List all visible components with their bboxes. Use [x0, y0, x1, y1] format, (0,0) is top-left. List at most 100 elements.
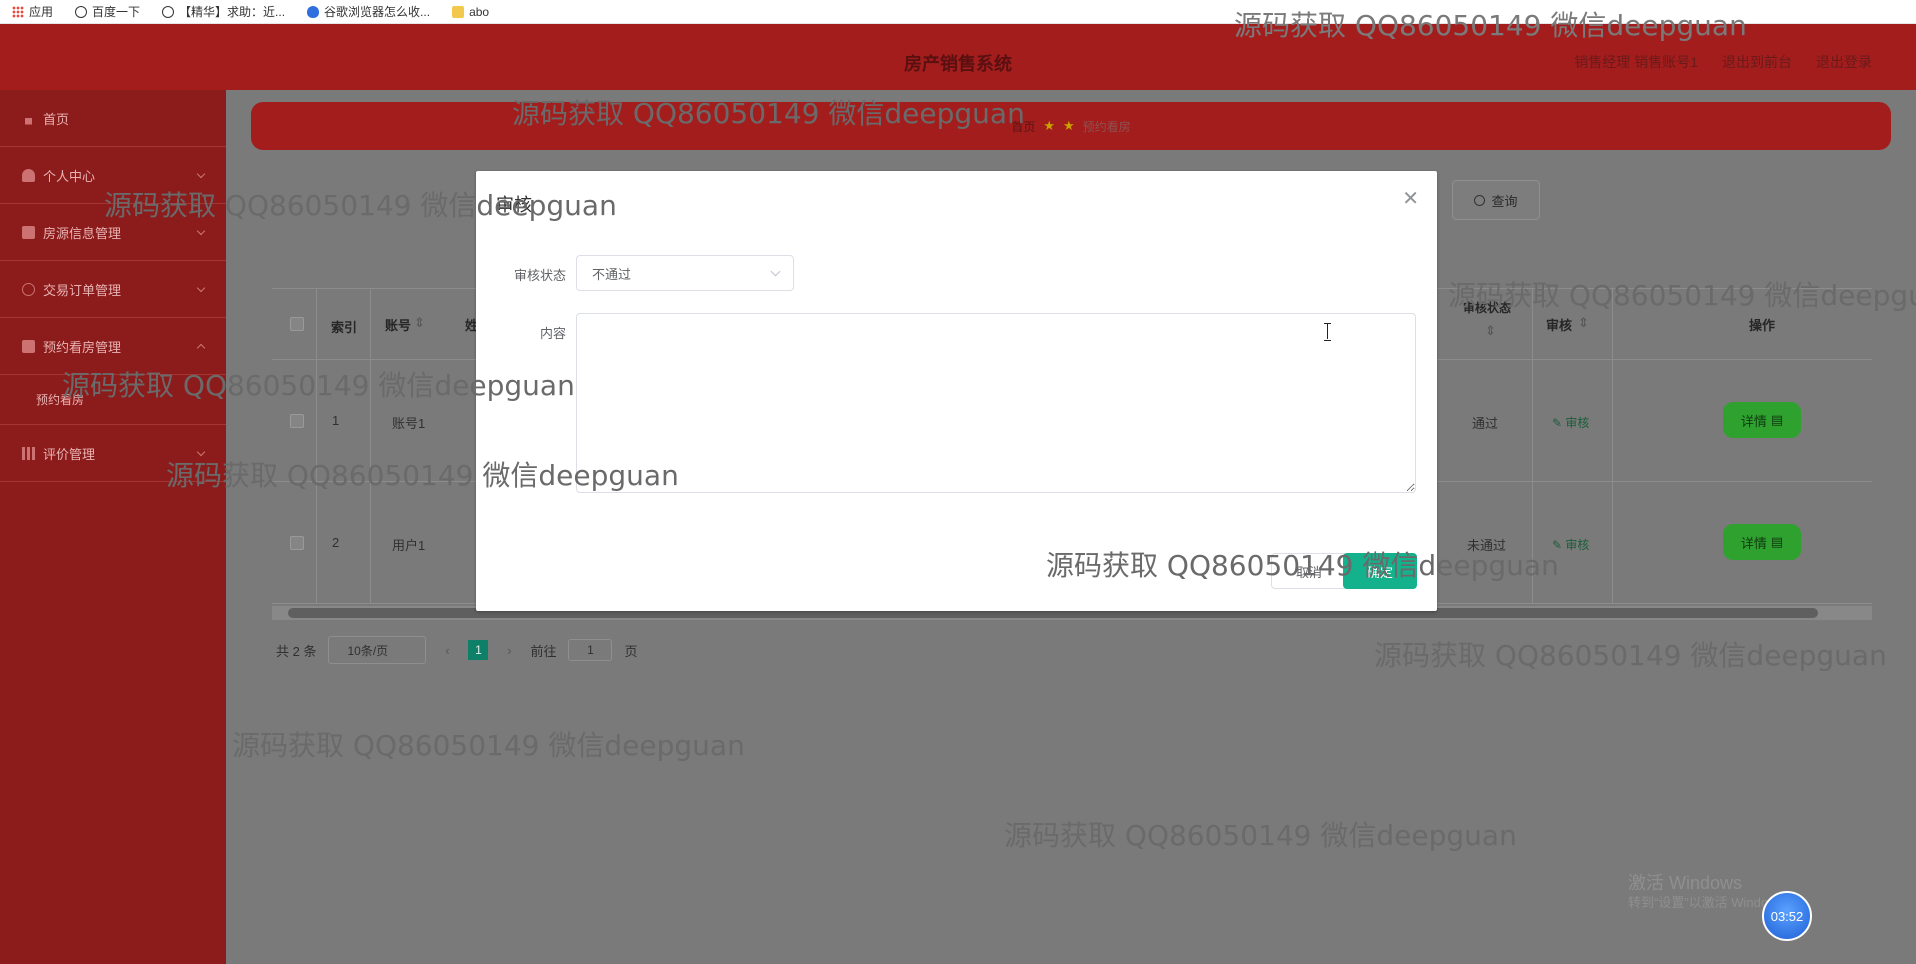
status-select[interactable]: 不通过 [576, 255, 794, 291]
column-divider [316, 289, 317, 361]
sidebar-item-home[interactable]: 首页 [0, 90, 226, 147]
sidebar-item-orders[interactable]: 交易订单管理 [0, 261, 226, 318]
row-checkbox[interactable] [290, 414, 304, 428]
row-checkbox[interactable] [290, 536, 304, 550]
row-audit-link[interactable]: ✎ 审核 [1552, 536, 1589, 553]
chevron-up-icon [196, 343, 206, 353]
column-divider [1612, 289, 1613, 361]
sort-icon[interactable]: ⇕ [414, 315, 425, 331]
sidebar-subitem-viewing[interactable]: 预约看房 [0, 375, 226, 425]
clock-icon [22, 282, 35, 296]
search-icon [1474, 194, 1486, 206]
bookmarks-bar: 应用 百度一下 【精华】求助：近... 谷歌浏览器怎么收... abo [0, 0, 1916, 24]
chevron-down-icon [196, 283, 206, 293]
edit-icon: ✎ [1552, 538, 1566, 552]
current-user: 销售经理 销售账号1 [1574, 54, 1698, 70]
building-icon [22, 339, 35, 353]
close-icon[interactable]: ✕ [1402, 189, 1419, 209]
prev-page-icon[interactable]: ‹ [438, 640, 456, 660]
breadcrumb-home[interactable]: 首页 [1011, 118, 1035, 135]
next-page-icon[interactable]: › [500, 640, 518, 660]
page-size-select[interactable]: 10条/页 [328, 636, 427, 664]
document-icon: ▤ [1770, 412, 1784, 427]
confirm-button[interactable]: 确定 [1343, 553, 1417, 589]
document-icon: ▤ [1770, 534, 1784, 549]
timer-badge[interactable]: 03:52 [1762, 891, 1812, 941]
row-status: 未通过 [1467, 538, 1507, 553]
row-index: 1 [332, 413, 340, 428]
breadcrumb: 首页 ★ ★ 预约看房 [251, 102, 1891, 150]
chevron-down-icon [196, 226, 206, 236]
column-divider [370, 289, 371, 361]
chevron-down-icon [196, 169, 206, 179]
column-divider [1532, 482, 1533, 604]
app-header: 房产销售系统 销售经理 销售账号1 退出到前台 退出登录 [0, 24, 1916, 90]
col-audit[interactable]: 审核 [1546, 315, 1572, 334]
select-all-checkbox[interactable] [290, 317, 304, 331]
column-divider [370, 482, 371, 604]
bookmark-help[interactable]: 【精华】求助：近... [162, 3, 285, 20]
column-divider [1612, 482, 1613, 604]
row-index: 2 [332, 535, 340, 550]
header-actions: 销售经理 销售账号1 退出到前台 退出登录 [1574, 52, 1872, 72]
col-index: 索引 [331, 320, 358, 335]
column-divider [1532, 289, 1533, 361]
sidebar-item-profile[interactable]: 个人中心 [0, 147, 226, 204]
status-label: 审核状态 [513, 268, 566, 283]
chevron-down-icon [770, 266, 781, 277]
sort-icon[interactable]: ⇕ [1485, 323, 1496, 339]
sort-icon[interactable]: ⇕ [1578, 315, 1589, 331]
grid-icon [22, 446, 35, 460]
goto-label: 前往 [530, 643, 557, 659]
globe-icon [162, 5, 175, 18]
sidebar-item-viewing-mgmt[interactable]: 预约看房管理 [0, 318, 226, 375]
row-account: 账号1 [392, 416, 426, 431]
col-actions: 操作 [1749, 318, 1776, 333]
row-account: 用户1 [392, 538, 426, 553]
content-label: 内容 [539, 326, 566, 341]
sidebar: 首页 个人中心 房源信息管理 交易订单管理 预约看房管理 预约看房 评价管理 [0, 90, 226, 964]
back-to-front-link[interactable]: 退出到前台 [1722, 52, 1792, 72]
row-audit-link[interactable]: ✎ 审核 [1552, 414, 1589, 431]
column-divider [1532, 360, 1533, 482]
folder-icon [452, 5, 465, 18]
bookmark-chrome[interactable]: 谷歌浏览器怎么收... [307, 3, 430, 20]
user-icon [22, 168, 35, 182]
content-textarea[interactable] [576, 313, 1416, 493]
bookmark-baidu[interactable]: 百度一下 [75, 3, 140, 20]
chevron-down-icon [196, 447, 206, 457]
cancel-button[interactable]: 取消 [1271, 553, 1347, 589]
pagination: 共 2 条 10条/页 ‹ 1 › 前往 1 页 [276, 636, 638, 664]
bookmark-abo[interactable]: abo [452, 5, 489, 19]
dialog-title: 审核 [496, 195, 532, 215]
column-divider [316, 360, 317, 482]
col-account[interactable]: 账号 [385, 315, 411, 334]
sidebar-item-reviews[interactable]: 评价管理 [0, 425, 226, 482]
page-unit: 页 [624, 643, 638, 659]
goto-page-input[interactable]: 1 [568, 639, 613, 661]
star-icon: ★ [1043, 118, 1055, 133]
column-divider [1612, 360, 1613, 482]
detail-button[interactable]: 详情 ▤ [1723, 524, 1801, 560]
page-number[interactable]: 1 [468, 640, 489, 660]
apps-grid-icon [12, 5, 24, 18]
column-divider [316, 482, 317, 604]
audit-dialog: 审核 ✕ 审核状态 不通过 内容 取消 确定 [476, 171, 1437, 611]
logout-link[interactable]: 退出登录 [1816, 52, 1872, 72]
row-status: 通过 [1472, 416, 1499, 431]
column-divider [370, 360, 371, 482]
query-button[interactable]: 查询 [1452, 180, 1540, 220]
text-cursor-icon [1324, 323, 1332, 341]
edit-icon: ✎ [1552, 416, 1566, 430]
breadcrumb-current: 预约看房 [1082, 119, 1131, 134]
sidebar-item-listings[interactable]: 房源信息管理 [0, 204, 226, 261]
briefcase-icon [22, 225, 35, 239]
detail-button[interactable]: 详情 ▤ [1723, 402, 1801, 438]
globe-icon [75, 5, 88, 18]
star-icon: ★ [1063, 118, 1075, 133]
total-count: 共 2 条 [276, 643, 317, 659]
home-icon [22, 111, 35, 125]
col-audit-status[interactable]: 审核状态 [1463, 299, 1511, 316]
bookmark-apps[interactable]: 应用 [12, 3, 53, 20]
paw-icon [307, 5, 320, 18]
